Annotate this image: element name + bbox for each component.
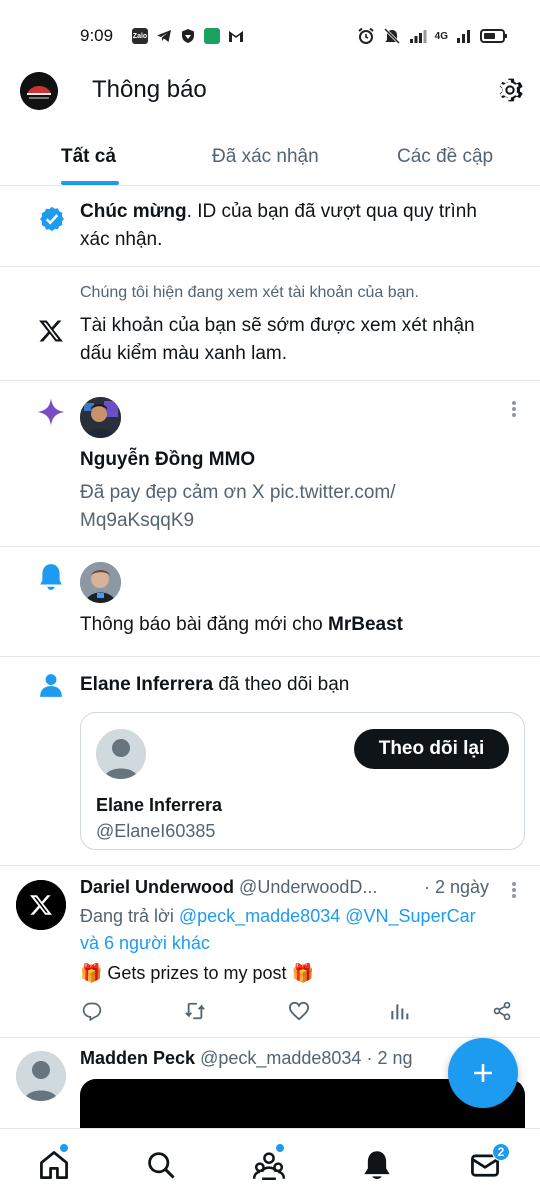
divider (0, 865, 540, 866)
signal-icon (409, 30, 427, 43)
post-body: 🎁 Gets prizes to my post 🎁 (80, 963, 314, 983)
messages-badge: 2 (492, 1143, 510, 1161)
follower-name: Elane Inferrera (80, 674, 214, 695)
new-post-text: Thông báo bài đăng mới cho (80, 614, 329, 635)
user-avatar-mrbeast[interactable] (80, 562, 121, 603)
next-post-header: Madden Peck @peck_madde8034 · 2 ng (80, 1044, 413, 1072)
verified-badge-icon (40, 206, 64, 232)
sparkle-icon (37, 398, 65, 426)
divider (0, 656, 540, 657)
battery-icon (480, 29, 507, 43)
profile-avatar[interactable] (20, 72, 58, 110)
next-post-time: · 2 ng (366, 1048, 413, 1068)
divider (0, 380, 540, 381)
alarm-icon (358, 27, 374, 44)
share-icon[interactable] (492, 1001, 512, 1021)
tab-all[interactable]: Tất cả (61, 146, 116, 168)
notifications-bell-icon[interactable] (361, 1149, 393, 1181)
tab-mentions[interactable]: Các đề cập (397, 146, 493, 168)
plus-icon (474, 1064, 492, 1082)
network-type: 4G (434, 30, 448, 42)
review-line1: Tài khoản của bạn sẽ sớm được xem xét nh… (80, 315, 475, 336)
status-bar: 9:09 Zalo 4G (0, 0, 540, 70)
zalo-icon: Zalo (132, 28, 148, 44)
recommended-text-line2: Mq9aKsqqK9 (80, 510, 195, 531)
post-author-name[interactable]: Dariel Underwood (80, 877, 234, 897)
next-post-handle[interactable]: @peck_madde8034 (200, 1048, 361, 1068)
recommended-author[interactable]: Nguyễn Đồng MMO (80, 446, 255, 474)
divider (0, 1037, 540, 1038)
follower-card-handle: @ElaneI60385 (96, 821, 216, 841)
status-system-icons: 4G (357, 27, 508, 45)
follow-back-button[interactable]: Theo dõi lại (354, 729, 509, 769)
person-icon (40, 674, 62, 697)
mention-link[interactable]: @VN_SuperCar (345, 906, 475, 926)
communities-icon[interactable] (253, 1149, 285, 1181)
post-author-handle[interactable]: @UnderwoodD... (239, 877, 377, 897)
follower-card-name: Elane Inferrera (96, 795, 223, 815)
follow-notification[interactable]: Elane Inferrera đã theo dõi bạn (80, 671, 349, 699)
reply-prefix: Đang trả lời (80, 906, 179, 926)
verified-notification-line2: xác nhận. (80, 229, 163, 250)
mention-link[interactable]: @peck_madde8034 (179, 906, 340, 926)
reply-others-link[interactable]: và 6 người khác (80, 929, 210, 957)
telegram-icon (157, 30, 171, 42)
reply-context: Đang trả lời @peck_madde8034 @VN_SuperCa… (80, 902, 476, 930)
author-avatar-madden[interactable] (16, 1051, 66, 1101)
recommended-text-line1: Đã pay đẹp cảm ơn X pic.twitter.com/ (80, 482, 396, 503)
gmail-icon (229, 31, 243, 42)
divider (0, 266, 540, 267)
user-avatar-nguyen-dong[interactable] (80, 397, 121, 438)
tab-verified[interactable]: Đã xác nhận (212, 146, 319, 168)
next-post-author[interactable]: Madden Peck (80, 1048, 195, 1068)
post-time: · 2 ngày (424, 877, 490, 897)
page-title: Thông báo (92, 76, 207, 103)
follow-action: đã theo dõi bạn (213, 674, 350, 695)
bottom-navigation (0, 1128, 540, 1200)
new-post-notification[interactable]: Thông báo bài đăng mới cho MrBeast (80, 611, 403, 639)
wifi-signal-icon (457, 30, 470, 43)
post-header: Dariel Underwood @UnderwoodD... (80, 873, 377, 901)
verified-notification-line1[interactable]: Chúc mừng. ID của bạn đã vượt qua quy tr… (80, 198, 477, 226)
more-options-icon[interactable] (511, 400, 517, 418)
author-avatar-x[interactable] (16, 880, 66, 930)
analytics-icon[interactable] (389, 1001, 409, 1021)
review-line2: dấu kiểm màu xanh lam. (80, 343, 287, 364)
search-icon[interactable] (145, 1149, 177, 1181)
new-post-account: MrBeast (328, 614, 403, 635)
home-icon[interactable] (38, 1149, 70, 1181)
notification-tabs: Tất cả Đã xác nhận Các đề cập (0, 130, 540, 186)
reply-icon[interactable] (82, 1001, 102, 1021)
active-tab-indicator (61, 181, 119, 185)
mute-icon (383, 27, 400, 45)
communities-unread-dot (276, 1144, 284, 1152)
review-subtitle: Chúng tôi hiện đang xem xét tài khoản củ… (80, 284, 419, 301)
settings-gear-icon[interactable] (494, 74, 526, 106)
messages-icon (204, 28, 220, 44)
compose-button[interactable] (448, 1038, 518, 1108)
post-more-icon[interactable] (511, 881, 517, 899)
status-time: 9:09 (80, 26, 114, 45)
verified-bold: Chúc mừng (80, 201, 187, 222)
bell-icon (40, 564, 62, 590)
repost-icon[interactable] (184, 1001, 206, 1021)
x-logo-icon (39, 320, 63, 342)
home-unread-dot (60, 1144, 68, 1152)
divider (0, 546, 540, 547)
follower-avatar[interactable] (96, 729, 146, 779)
vpn-icon (182, 29, 194, 43)
verified-text: . ID của bạn đã vượt qua quy trình (186, 201, 477, 222)
status-app-icons: Zalo (132, 28, 244, 44)
like-icon[interactable] (288, 1001, 310, 1021)
